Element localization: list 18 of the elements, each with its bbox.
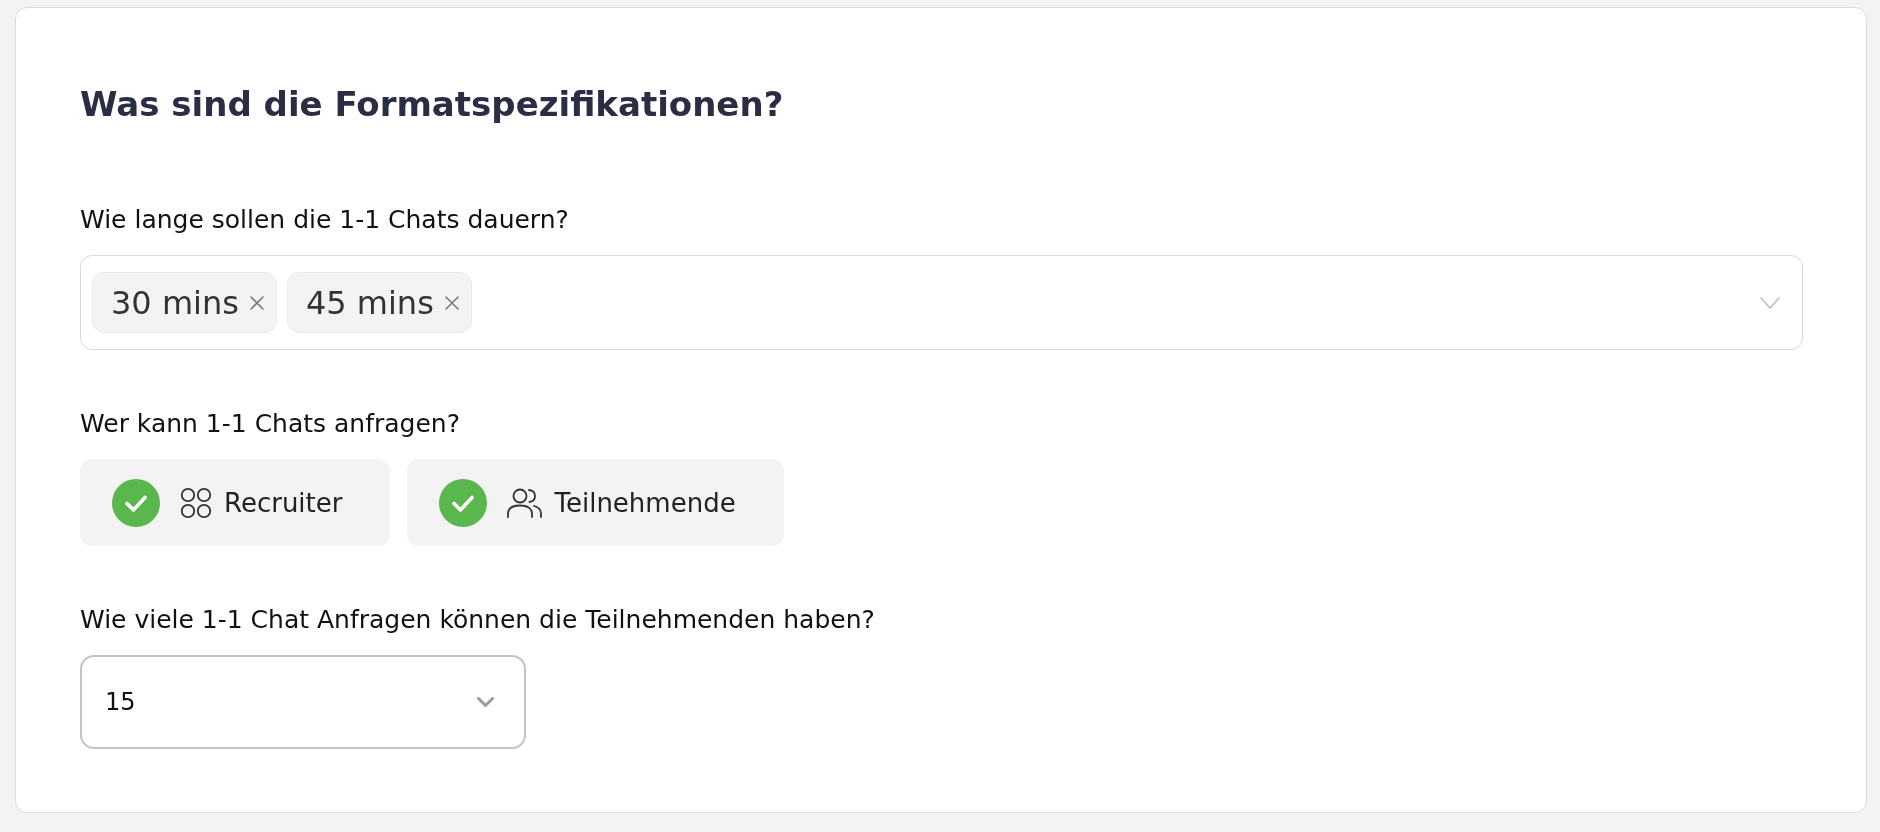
question-label: Wie lange sollen die 1-1 Chats dauern? (80, 204, 570, 235)
tag-label: 30 mins (111, 283, 239, 322)
question-label: Wie viele 1-1 Chat Anfragen können die Teilnehmenden haben? (80, 604, 876, 635)
chevron-down-icon[interactable] (1760, 296, 1780, 309)
close-icon[interactable] (444, 295, 459, 310)
check-circle-icon[interactable] (439, 478, 488, 527)
option-card[interactable]: Recruiter (80, 459, 391, 546)
chevron-down-icon[interactable] (477, 697, 494, 707)
select-field[interactable]: 15 (80, 655, 526, 749)
four-circles-icon (180, 486, 212, 519)
close-icon[interactable] (249, 295, 264, 310)
option-card[interactable]: Teilnehmende (407, 459, 784, 546)
people-icon (507, 487, 543, 518)
question-label: Wer kann 1-1 Chats anfragen? (80, 408, 461, 439)
tag-label: 45 mins (305, 283, 434, 322)
multi-select-field[interactable]: 30 mins 45 mins (80, 255, 1803, 350)
check-circle-icon[interactable] (112, 478, 160, 527)
section-title: Was sind die Formatspezifikationen? (80, 83, 785, 125)
